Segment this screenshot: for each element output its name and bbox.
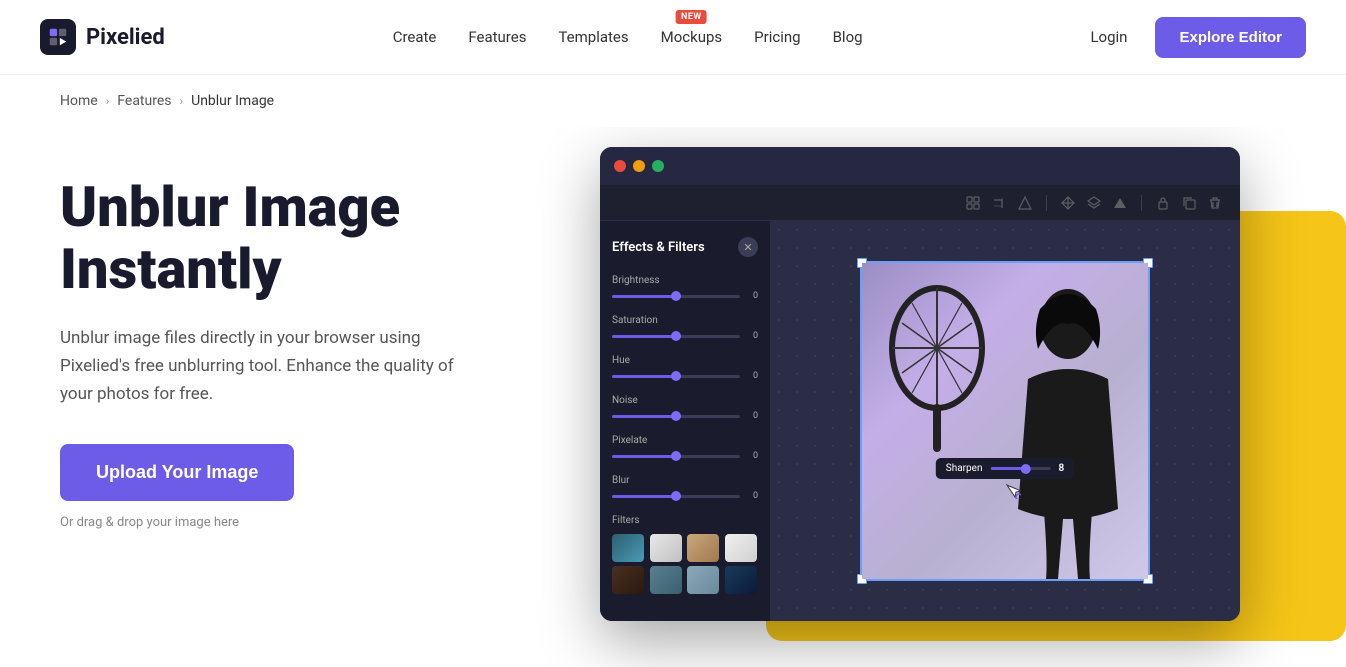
slider-track-pixelate[interactable]: 0	[612, 451, 758, 461]
image-content	[862, 263, 1148, 579]
toolbar-separator	[1046, 195, 1047, 211]
nav-mockups[interactable]: NEW Mockups	[661, 28, 723, 46]
sharpen-value: 8	[1059, 463, 1065, 474]
main-content: Unblur Image Instantly Unblur image file…	[0, 127, 1346, 667]
explore-editor-button[interactable]: Explore Editor	[1155, 17, 1306, 58]
editor-toolbar	[600, 185, 1240, 221]
breadcrumb-sep-1: ›	[106, 94, 110, 108]
filter-thumb-5[interactable]	[612, 566, 644, 594]
filter-thumb-7[interactable]	[687, 566, 719, 594]
drag-drop-hint: Or drag & drop your image here	[60, 515, 560, 530]
lock-icon[interactable]	[1154, 194, 1172, 212]
breadcrumb-features[interactable]: Features	[117, 93, 171, 109]
toolbar-separator-2	[1141, 195, 1142, 211]
slider-label-noise: Noise	[612, 395, 758, 406]
slider-noise: Noise 0	[612, 395, 758, 421]
crop-icon[interactable]	[990, 194, 1008, 212]
sharpen-tooltip: Sharpen 8	[936, 458, 1074, 479]
slider-label-brightness: Brightness	[612, 275, 758, 286]
slider-track-hue[interactable]: 0	[612, 371, 758, 381]
breadcrumb-home[interactable]: Home	[60, 93, 98, 109]
slider-brightness: Brightness 0	[612, 275, 758, 301]
panel-header: Effects & Filters ✕	[612, 237, 758, 257]
slider-saturation: Saturation 0	[612, 315, 758, 341]
slider-track-saturation[interactable]: 0	[612, 331, 758, 341]
sharpen-label: Sharpen	[946, 463, 983, 474]
slider-hue: Hue 0	[612, 355, 758, 381]
login-link[interactable]: Login	[1090, 28, 1127, 46]
triangle-icon[interactable]	[1111, 194, 1129, 212]
grid-icon[interactable]	[964, 194, 982, 212]
slider-blur: Blur 0	[612, 475, 758, 501]
image-frame[interactable]: Sharpen 8	[860, 261, 1150, 581]
filter-thumb-1[interactable]	[612, 534, 644, 562]
filter-thumb-2[interactable]	[650, 534, 682, 562]
sharpen-slider[interactable]	[991, 467, 1051, 470]
cursor	[1005, 483, 1021, 499]
logo-text: Pixelied	[86, 25, 165, 50]
slider-track-noise[interactable]: 0	[612, 411, 758, 421]
effects-panel: Effects & Filters ✕ Brightness 0 Saturat…	[600, 221, 770, 621]
nav-pricing[interactable]: Pricing	[754, 28, 800, 46]
breadcrumb-current: Unblur Image	[191, 93, 274, 109]
window-maximize-dot	[652, 160, 664, 172]
slider-label-pixelate: Pixelate	[612, 435, 758, 446]
slider-label-blur: Blur	[612, 475, 758, 486]
window-minimize-dot	[633, 160, 645, 172]
editor-body: Effects & Filters ✕ Brightness 0 Saturat…	[600, 221, 1240, 621]
shape-icon[interactable]	[1016, 194, 1034, 212]
breadcrumb-sep-2: ›	[180, 94, 184, 108]
nav-create[interactable]: Create	[393, 28, 437, 46]
editor-window: Effects & Filters ✕ Brightness 0 Saturat…	[600, 147, 1240, 621]
slider-pixelate: Pixelate 0	[612, 435, 758, 461]
move-icon[interactable]	[1059, 194, 1077, 212]
filters-label: Filters	[612, 515, 758, 526]
panel-close-button[interactable]: ✕	[738, 237, 758, 257]
logo[interactable]: Pixelied	[40, 19, 165, 55]
nav-blog[interactable]: Blog	[833, 28, 863, 46]
editor-preview: Effects & Filters ✕ Brightness 0 Saturat…	[600, 137, 1286, 621]
slider-label-saturation: Saturation	[612, 315, 758, 326]
hero-left: Unblur Image Instantly Unblur image file…	[60, 147, 560, 530]
header-right: Login Explore Editor	[1090, 17, 1306, 58]
upload-button[interactable]: Upload Your Image	[60, 444, 294, 501]
filter-thumb-8[interactable]	[725, 566, 757, 594]
layers-icon[interactable]	[1085, 194, 1103, 212]
filter-thumb-6[interactable]	[650, 566, 682, 594]
main-nav: Create Features Templates NEW Mockups Pr…	[393, 28, 863, 46]
panel-title: Effects & Filters	[612, 240, 705, 255]
slider-track-brightness[interactable]: 0	[612, 291, 758, 301]
filters-section: Filters	[612, 515, 758, 594]
breadcrumb: Home › Features › Unblur Image	[0, 75, 1346, 127]
canvas-area: Sharpen 8	[770, 221, 1240, 621]
header: Pixelied Create Features Templates NEW M…	[0, 0, 1346, 75]
slider-label-hue: Hue	[612, 355, 758, 366]
editor-titlebar	[600, 147, 1240, 185]
nav-templates[interactable]: Templates	[558, 28, 628, 46]
filter-thumb-4[interactable]	[725, 534, 757, 562]
filters-grid	[612, 534, 758, 594]
filter-thumb-3[interactable]	[687, 534, 719, 562]
window-close-dot	[614, 160, 626, 172]
copy-icon[interactable]	[1180, 194, 1198, 212]
delete-icon[interactable]	[1206, 194, 1224, 212]
hero-title: Unblur Image Instantly	[60, 177, 560, 300]
new-badge: NEW	[676, 10, 707, 24]
nav-features[interactable]: Features	[468, 28, 526, 46]
logo-icon	[40, 19, 76, 55]
slider-track-blur[interactable]: 0	[612, 491, 758, 501]
hero-description: Unblur image files directly in your brow…	[60, 324, 490, 408]
